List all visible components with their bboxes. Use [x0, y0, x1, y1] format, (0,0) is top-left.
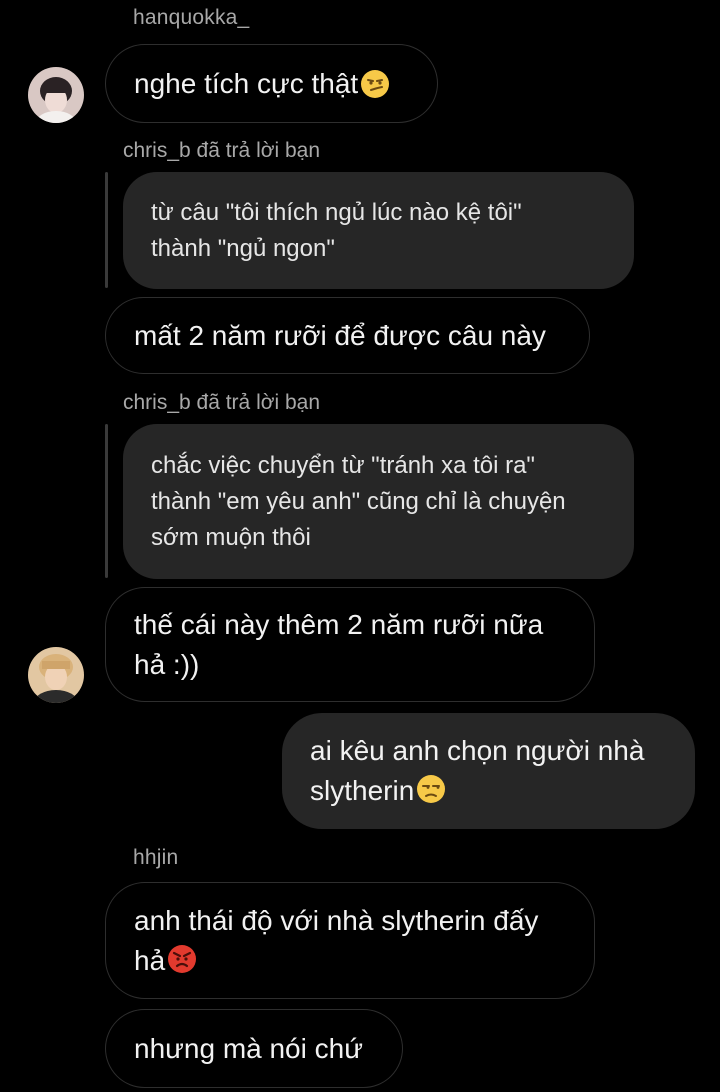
reply-caption: chris_b đã trả lời bạn	[123, 139, 321, 162]
quoted-text: từ câu "tôi thích ngủ lúc nào kệ tôi" th…	[151, 198, 522, 262]
message-text: nhưng mà nói chứ	[134, 1032, 363, 1064]
incoming-message[interactable]: nhưng mà nói chứ	[105, 1009, 403, 1088]
incoming-message[interactable]: nghe tích cực thật	[105, 44, 438, 123]
message-text: anh thái độ với nhà slytherin đấy hả	[134, 904, 539, 976]
unamused-emoji-icon	[416, 774, 446, 804]
incoming-message[interactable]: thế cái này thêm 2 năm rưỡi nữa hả :))	[105, 587, 595, 702]
message-text: thế cái này thêm 2 năm rưỡi nữa hả :))	[134, 608, 544, 680]
reply-quote-bar	[105, 424, 108, 578]
sender-name: hanquokka_	[133, 6, 250, 29]
avatar[interactable]	[28, 647, 84, 703]
incoming-message[interactable]: anh thái độ với nhà slytherin đấy hả	[105, 882, 595, 999]
sender-name: hhjin	[133, 846, 179, 869]
reply-quote-bar	[105, 172, 108, 288]
reply-caption: chris_b đã trả lời bạn	[123, 391, 321, 414]
message-text: mất 2 năm rưỡi để được câu này	[134, 319, 546, 351]
avatar[interactable]	[28, 67, 84, 123]
angry-emoji-icon	[167, 944, 197, 974]
quoted-message[interactable]: chắc việc chuyển từ "tránh xa tôi ra" th…	[123, 424, 634, 579]
quoted-text: chắc việc chuyển từ "tránh xa tôi ra" th…	[151, 451, 566, 551]
quoted-message[interactable]: từ câu "tôi thích ngủ lúc nào kệ tôi" th…	[123, 172, 634, 289]
outgoing-message[interactable]: ai kêu anh chọn người nhà slytherin	[282, 713, 695, 829]
incoming-message[interactable]: mất 2 năm rưỡi để được câu này	[105, 297, 590, 374]
message-text: nghe tích cực thật	[134, 67, 359, 99]
message-text: ai kêu anh chọn người nhà slytherin	[310, 735, 645, 806]
smirk-emoji-icon	[360, 69, 390, 99]
